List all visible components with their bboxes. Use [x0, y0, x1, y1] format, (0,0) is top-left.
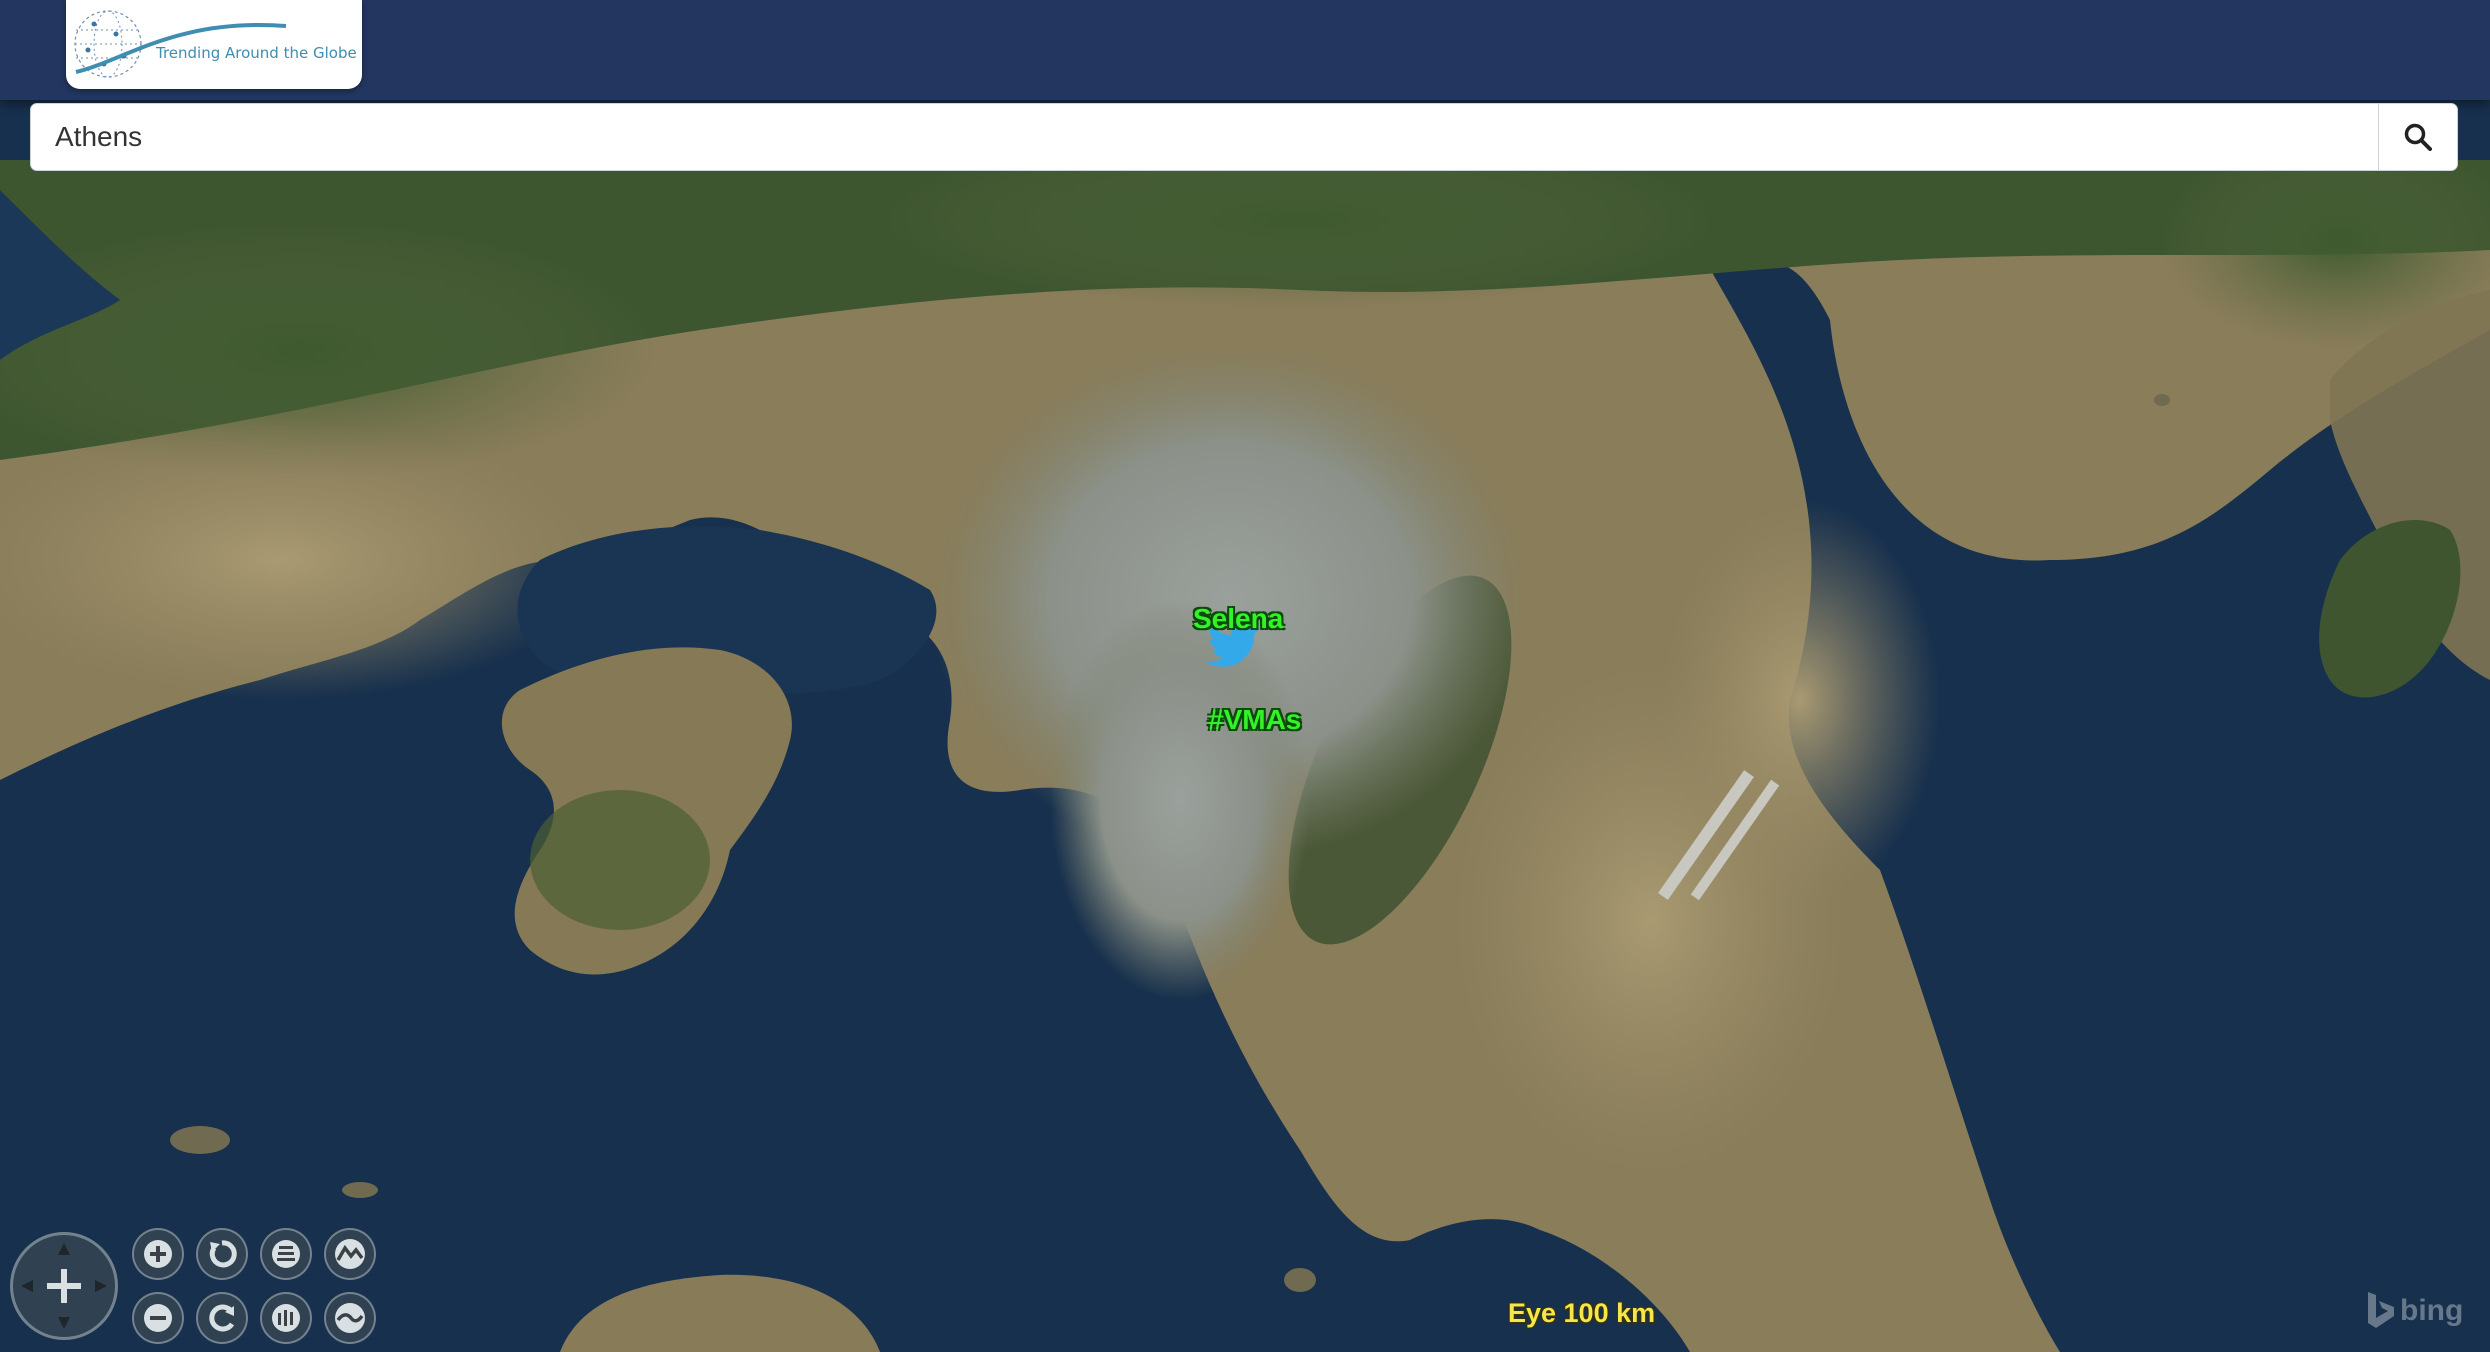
- rotate-ccw-icon: [209, 1240, 237, 1268]
- marker-label-selena[interactable]: Selena: [1193, 603, 1283, 635]
- terrain-down-icon: [335, 1303, 365, 1333]
- terrain-up-button[interactable]: [324, 1228, 376, 1280]
- satellite-map[interactable]: [0, 0, 2490, 1352]
- search-input[interactable]: [31, 104, 2381, 170]
- zoom-in-button[interactable]: [132, 1228, 184, 1280]
- rotate-right-button[interactable]: [196, 1292, 248, 1344]
- bing-logo-icon: [2368, 1292, 2394, 1328]
- bing-attribution: bing: [2366, 1288, 2466, 1332]
- tilt-up-button[interactable]: [260, 1228, 312, 1280]
- rotate-cw-icon: [209, 1304, 235, 1332]
- marker-label-vmas[interactable]: #VMAs: [1208, 704, 1301, 736]
- terrain-down-button[interactable]: [324, 1292, 376, 1344]
- eye-altitude-readout: Eye 100 km: [1508, 1298, 1656, 1328]
- logo-text: Trending Around the Globe: [156, 44, 357, 62]
- search-bar: [30, 103, 2458, 171]
- tilt-up-icon: [272, 1240, 300, 1268]
- minus-icon: [144, 1304, 172, 1332]
- pan-arrows-icon: [21, 1243, 107, 1329]
- tilt-down-icon: [272, 1304, 300, 1332]
- terrain-up-icon: [335, 1239, 365, 1269]
- rotate-left-button[interactable]: [196, 1228, 248, 1280]
- search-icon: [2404, 123, 2432, 151]
- top-bar: Trending Around the Globe: [0, 0, 2490, 100]
- bing-text: bing: [2400, 1294, 2464, 1327]
- tilt-down-button[interactable]: [260, 1292, 312, 1344]
- logo[interactable]: Trending Around the Globe: [66, 0, 362, 89]
- search-button[interactable]: [2378, 104, 2457, 170]
- zoom-out-button[interactable]: [132, 1292, 184, 1344]
- plus-icon: [144, 1240, 172, 1268]
- pan-control[interactable]: [10, 1232, 118, 1340]
